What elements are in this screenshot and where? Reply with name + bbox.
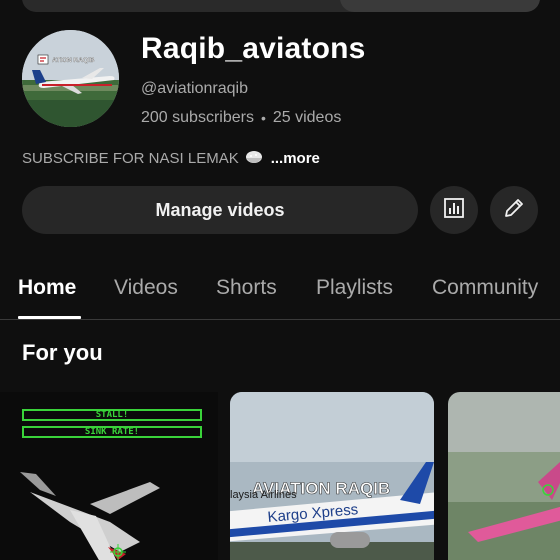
channel-description[interactable]: SUBSCRIBE FOR NASI LEMAK ...more [22,148,320,168]
channel-handle: @aviationraqib [141,80,248,97]
tab-home[interactable]: Home [18,276,76,300]
subscriber-count: 200 subscribers [141,109,254,126]
active-tab-indicator [18,316,81,319]
tab-shorts[interactable]: Shorts [216,276,277,300]
channel-tabs: Home Videos Shorts Playlists Community [0,262,560,320]
tab-community[interactable]: Community [432,276,538,300]
edit-channel-button[interactable] [490,186,538,234]
pencil-icon [502,196,526,225]
more-link[interactable]: ...more [271,150,320,167]
for-you-heading: For you [22,340,103,365]
avatar-watermark: ATION RAQIB [52,57,95,64]
partial-plane-image [448,392,560,560]
analytics-button[interactable] [430,186,478,234]
rice-bowl-icon [244,148,264,168]
card-livery-small: laysia Airlines [230,489,297,501]
video-thumbnail-kargo-xpress[interactable]: AVIATION RAQIB laysia Airlines Kargo Xpr… [230,392,434,560]
avatar-image: ATION RAQIB [22,30,119,127]
channel-stats: 200 subscribers • 25 videos [141,109,341,127]
channel-name: Raqib_aviatons [141,32,366,65]
video-count: 25 videos [272,109,342,126]
kargo-plane-image: AVIATION RAQIB laysia Airlines Kargo Xpr… [230,392,434,560]
hud-plane-image [20,472,160,560]
description-text: SUBSCRIBE FOR NASI LEMAK [22,149,239,167]
manage-videos-button[interactable]: Manage videos [22,186,418,234]
bar-chart-icon [442,196,466,225]
tab-playlists[interactable]: Playlists [316,276,393,300]
stats-separator: • [260,110,266,126]
tab-videos[interactable]: Videos [114,276,178,300]
previous-content-strip [22,0,540,12]
avatar[interactable]: ATION RAQIB [22,30,119,127]
video-thumbnail-partial[interactable] [448,392,560,560]
video-thumbnail-hud[interactable]: STALL! SINK RATE! [0,392,218,560]
